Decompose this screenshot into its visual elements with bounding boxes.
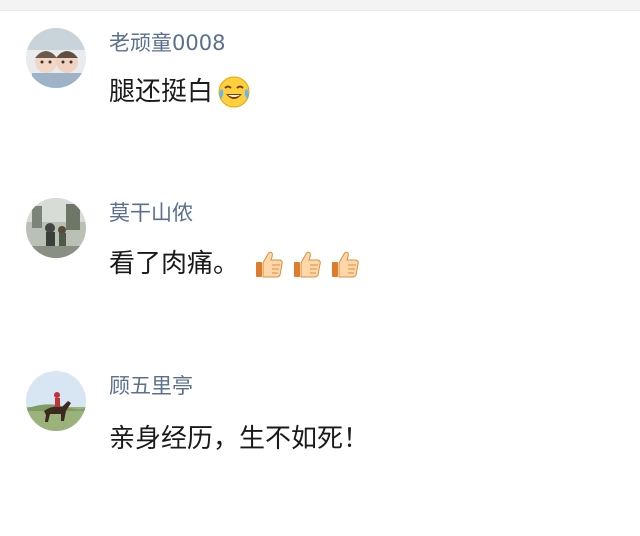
comment-text-row: 腿还挺白	[109, 75, 251, 109]
horse-rider-avatar-icon	[26, 371, 86, 431]
comment-item: 老顽童0008 腿还挺白	[0, 0, 640, 150]
avatar[interactable]	[26, 28, 86, 88]
thumbs-up-icon	[329, 248, 361, 280]
laughing-crying-emoji-icon	[217, 75, 251, 109]
comment-item: 莫干山侬 看了肉痛。	[0, 170, 640, 320]
comment-text: 看了肉痛。	[109, 249, 240, 279]
comment-text: 腿还挺白	[109, 77, 214, 107]
comment-item: 顾五里亭 亲身经历，生不如死！	[0, 343, 640, 493]
username[interactable]: 顾五里亭	[109, 373, 193, 399]
thumbs-up-icon	[253, 248, 285, 280]
comment-text: 亲身经历，生不如死！	[109, 424, 370, 454]
comment-text-row: 亲身经历，生不如死！	[109, 422, 369, 456]
username[interactable]: 莫干山侬	[109, 200, 193, 226]
avatar[interactable]	[26, 371, 86, 431]
twin-babies-avatar-icon	[26, 28, 86, 88]
username[interactable]: 老顽童0008	[109, 30, 225, 56]
comment-text-row: 看了肉痛。	[109, 247, 361, 281]
avatar[interactable]	[26, 198, 86, 258]
thumbs-up-icon	[291, 248, 323, 280]
street-scene-avatar-icon	[26, 198, 86, 258]
